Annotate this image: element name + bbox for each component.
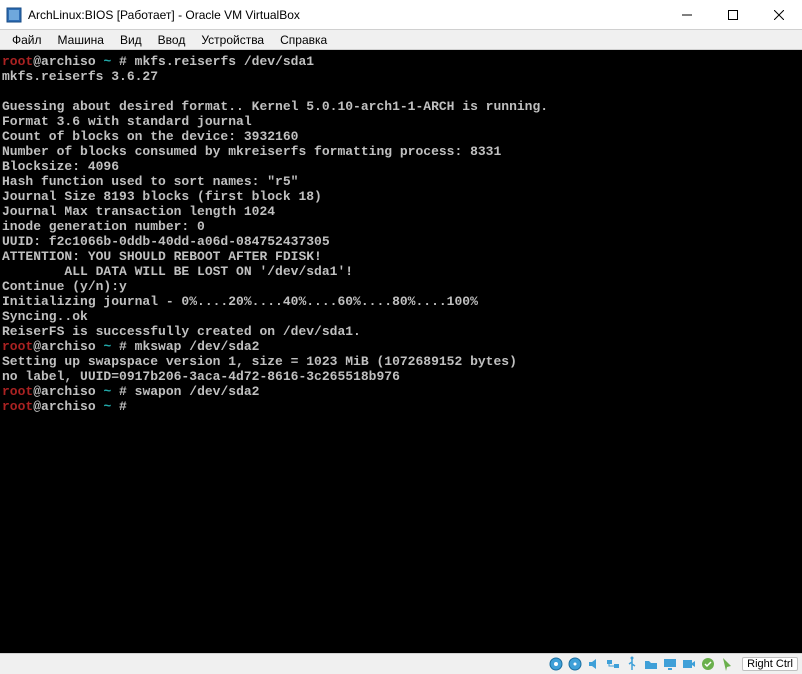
virtualbox-icon bbox=[6, 7, 22, 23]
menu-file[interactable]: Файл bbox=[4, 31, 50, 49]
menu-input[interactable]: Ввод bbox=[150, 31, 194, 49]
close-button[interactable] bbox=[756, 0, 802, 29]
menubar: Файл Машина Вид Ввод Устройства Справка bbox=[0, 30, 802, 50]
shared-folders-icon[interactable] bbox=[643, 656, 659, 672]
terminal-view[interactable]: root@archiso ~ # mkfs.reiserfs /dev/sda1… bbox=[0, 50, 802, 653]
network-icon[interactable] bbox=[605, 656, 621, 672]
titlebar: ArchLinux:BIOS [Работает] - Oracle VM Vi… bbox=[0, 0, 802, 30]
mouse-integration-icon[interactable] bbox=[719, 656, 735, 672]
display-icon[interactable] bbox=[662, 656, 678, 672]
host-key-indicator[interactable]: Right Ctrl bbox=[742, 657, 798, 671]
optical-disk-icon[interactable] bbox=[567, 656, 583, 672]
audio-icon[interactable] bbox=[586, 656, 602, 672]
menu-devices[interactable]: Устройства bbox=[193, 31, 272, 49]
window-title: ArchLinux:BIOS [Работает] - Oracle VM Vi… bbox=[28, 8, 664, 22]
minimize-button[interactable] bbox=[664, 0, 710, 29]
usb-icon[interactable] bbox=[624, 656, 640, 672]
menu-machine[interactable]: Машина bbox=[50, 31, 112, 49]
guest-additions-icon[interactable] bbox=[700, 656, 716, 672]
menu-help[interactable]: Справка bbox=[272, 31, 335, 49]
recording-icon[interactable] bbox=[681, 656, 697, 672]
hard-disk-icon[interactable] bbox=[548, 656, 564, 672]
menu-view[interactable]: Вид bbox=[112, 31, 150, 49]
statusbar: Right Ctrl bbox=[0, 653, 802, 674]
window-controls bbox=[664, 0, 802, 29]
maximize-button[interactable] bbox=[710, 0, 756, 29]
